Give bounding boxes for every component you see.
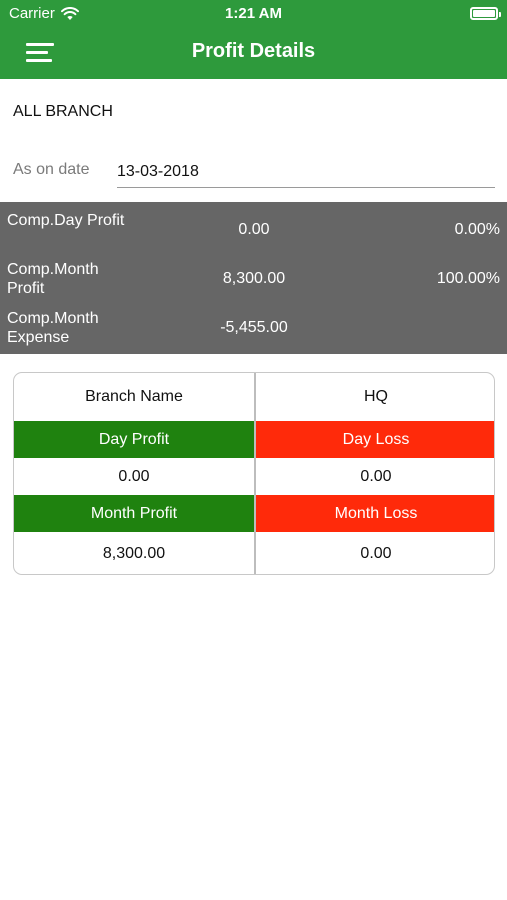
page-title: Profit Details [191,40,316,62]
month-profit-value: 8,300.00 [102,545,166,562]
branch-label[interactable]: ALL BRANCH [13,103,113,121]
summary-row-day-profit: Comp.Day Profit 0.00 0.00% [0,207,507,257]
summary-row-month-expense: Comp.Month Expense -5,455.00 [0,305,507,355]
summary-value: 8,300.00 [222,270,286,287]
summary-label: Comp.Day Profit [7,212,125,229]
summary-value: 0.00 [238,221,270,238]
month-loss-label: Month Loss [256,495,494,532]
navigation-bar: Profit Details [0,27,507,79]
summary-percent: 100.00% [436,270,500,287]
month-loss-value: 0.00 [360,545,392,562]
day-profit-value: 0.00 [118,467,150,485]
date-label: As on date [13,161,90,178]
branch-profit-table: Branch Name HQ Day Profit Day Loss 0.00 … [13,372,495,575]
day-loss-value: 0.00 [360,467,392,485]
day-loss-label: Day Loss [256,421,494,458]
header-branch-name: Branch Name [85,388,183,405]
day-profit-label: Day Profit [14,421,254,458]
status-time: 1:21 AM [225,5,282,22]
battery-icon [470,7,501,20]
summary-value: -5,455.00 [220,319,288,336]
date-field[interactable] [117,156,495,188]
column-divider [254,373,256,574]
month-profit-label: Month Profit [14,495,254,532]
summary-percent: 0.00% [454,221,500,238]
header-branch-value: HQ [364,388,388,405]
summary-label: Comp.Month Profit [7,261,99,297]
summary-label: Comp.Month Expense [7,310,99,346]
summary-row-month-profit: Comp.Month Profit 8,300.00 100.00% [0,256,507,306]
status-bar: Carrier 1:21 AM [0,0,507,27]
summary-panel: Comp.Day Profit 0.00 0.00% Comp.Month Pr… [0,202,507,354]
